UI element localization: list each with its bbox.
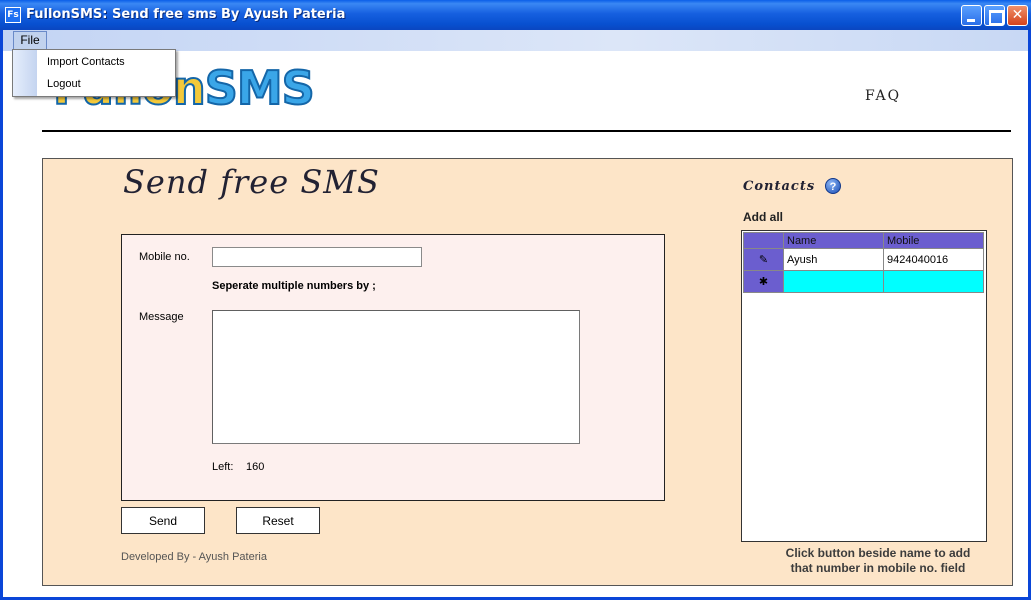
- help-note-line-2: that number in mobile no. field: [790, 561, 966, 575]
- dropdown-icon-strip: [13, 50, 37, 96]
- new-name-cell[interactable]: [783, 270, 884, 293]
- new-row-icon[interactable]: ✱: [743, 270, 784, 293]
- new-row[interactable]: ✱: [743, 270, 984, 293]
- column-header-name[interactable]: Name: [783, 232, 884, 249]
- faq-link[interactable]: FAQ: [865, 88, 901, 104]
- sms-form: Mobile no. Seperate multiple numbers by …: [121, 234, 665, 501]
- menu-bar: File: [3, 30, 1028, 51]
- help-icon[interactable]: ?: [825, 178, 841, 194]
- window-title: FullonSMS: Send free sms By Ayush Pateri…: [26, 7, 346, 22]
- add-all-link[interactable]: Add all: [743, 210, 783, 224]
- close-icon: ✕: [1011, 7, 1024, 23]
- message-label: Message: [139, 311, 184, 323]
- table-header-row: Name Mobile: [743, 232, 984, 249]
- reset-button[interactable]: Reset: [236, 507, 320, 534]
- logo-suffix: SMS: [204, 60, 316, 116]
- header-divider: [42, 130, 1011, 132]
- app-window: Fs FullonSMS: Send free sms By Ayush Pat…: [0, 0, 1031, 600]
- menu-file[interactable]: File: [13, 31, 47, 50]
- contacts-grid[interactable]: Name Mobile ✎ Ayush 9424040016 ✱: [741, 230, 987, 542]
- column-header-mobile[interactable]: Mobile: [883, 232, 984, 249]
- help-note-line-1: Click button beside name to add: [785, 546, 971, 560]
- developed-by-label: Developed By - Ayush Pateria: [121, 551, 267, 563]
- minimize-button[interactable]: [961, 5, 982, 26]
- maximize-button[interactable]: [984, 5, 1005, 26]
- menu-item-logout[interactable]: Logout: [47, 78, 81, 90]
- contacts-help-note: Click button beside name to add that num…: [743, 546, 1013, 576]
- chars-left-count: 160: [246, 461, 265, 473]
- menu-item-import-contacts[interactable]: Import Contacts: [47, 56, 125, 68]
- title-bar[interactable]: Fs FullonSMS: Send free sms By Ayush Pat…: [0, 0, 1031, 30]
- grid-corner-cell[interactable]: [743, 232, 784, 249]
- new-mobile-cell[interactable]: [883, 270, 984, 293]
- contacts-table: Name Mobile ✎ Ayush 9424040016 ✱: [743, 232, 984, 293]
- message-textarea[interactable]: [212, 310, 580, 444]
- main-panel: Send free SMS Mobile no. Seperate multip…: [42, 158, 1013, 586]
- app-icon[interactable]: Fs: [5, 7, 21, 23]
- page-title: Send free SMS: [123, 163, 380, 201]
- contact-name-cell[interactable]: Ayush: [783, 248, 884, 271]
- mobile-input[interactable]: [212, 247, 422, 267]
- mobile-label: Mobile no.: [139, 251, 190, 263]
- close-button[interactable]: ✕: [1007, 5, 1028, 26]
- chars-left-label: Left:: [212, 461, 234, 473]
- separator-hint: Seperate multiple numbers by ;: [212, 280, 376, 292]
- table-row[interactable]: ✎ Ayush 9424040016: [743, 248, 984, 271]
- contact-mobile-cell[interactable]: 9424040016: [883, 248, 984, 271]
- contacts-title: Contacts: [743, 179, 816, 194]
- row-edit-icon[interactable]: ✎: [743, 248, 784, 271]
- send-button[interactable]: Send: [121, 507, 205, 534]
- file-dropdown-menu: Import Contacts Logout: [12, 49, 176, 97]
